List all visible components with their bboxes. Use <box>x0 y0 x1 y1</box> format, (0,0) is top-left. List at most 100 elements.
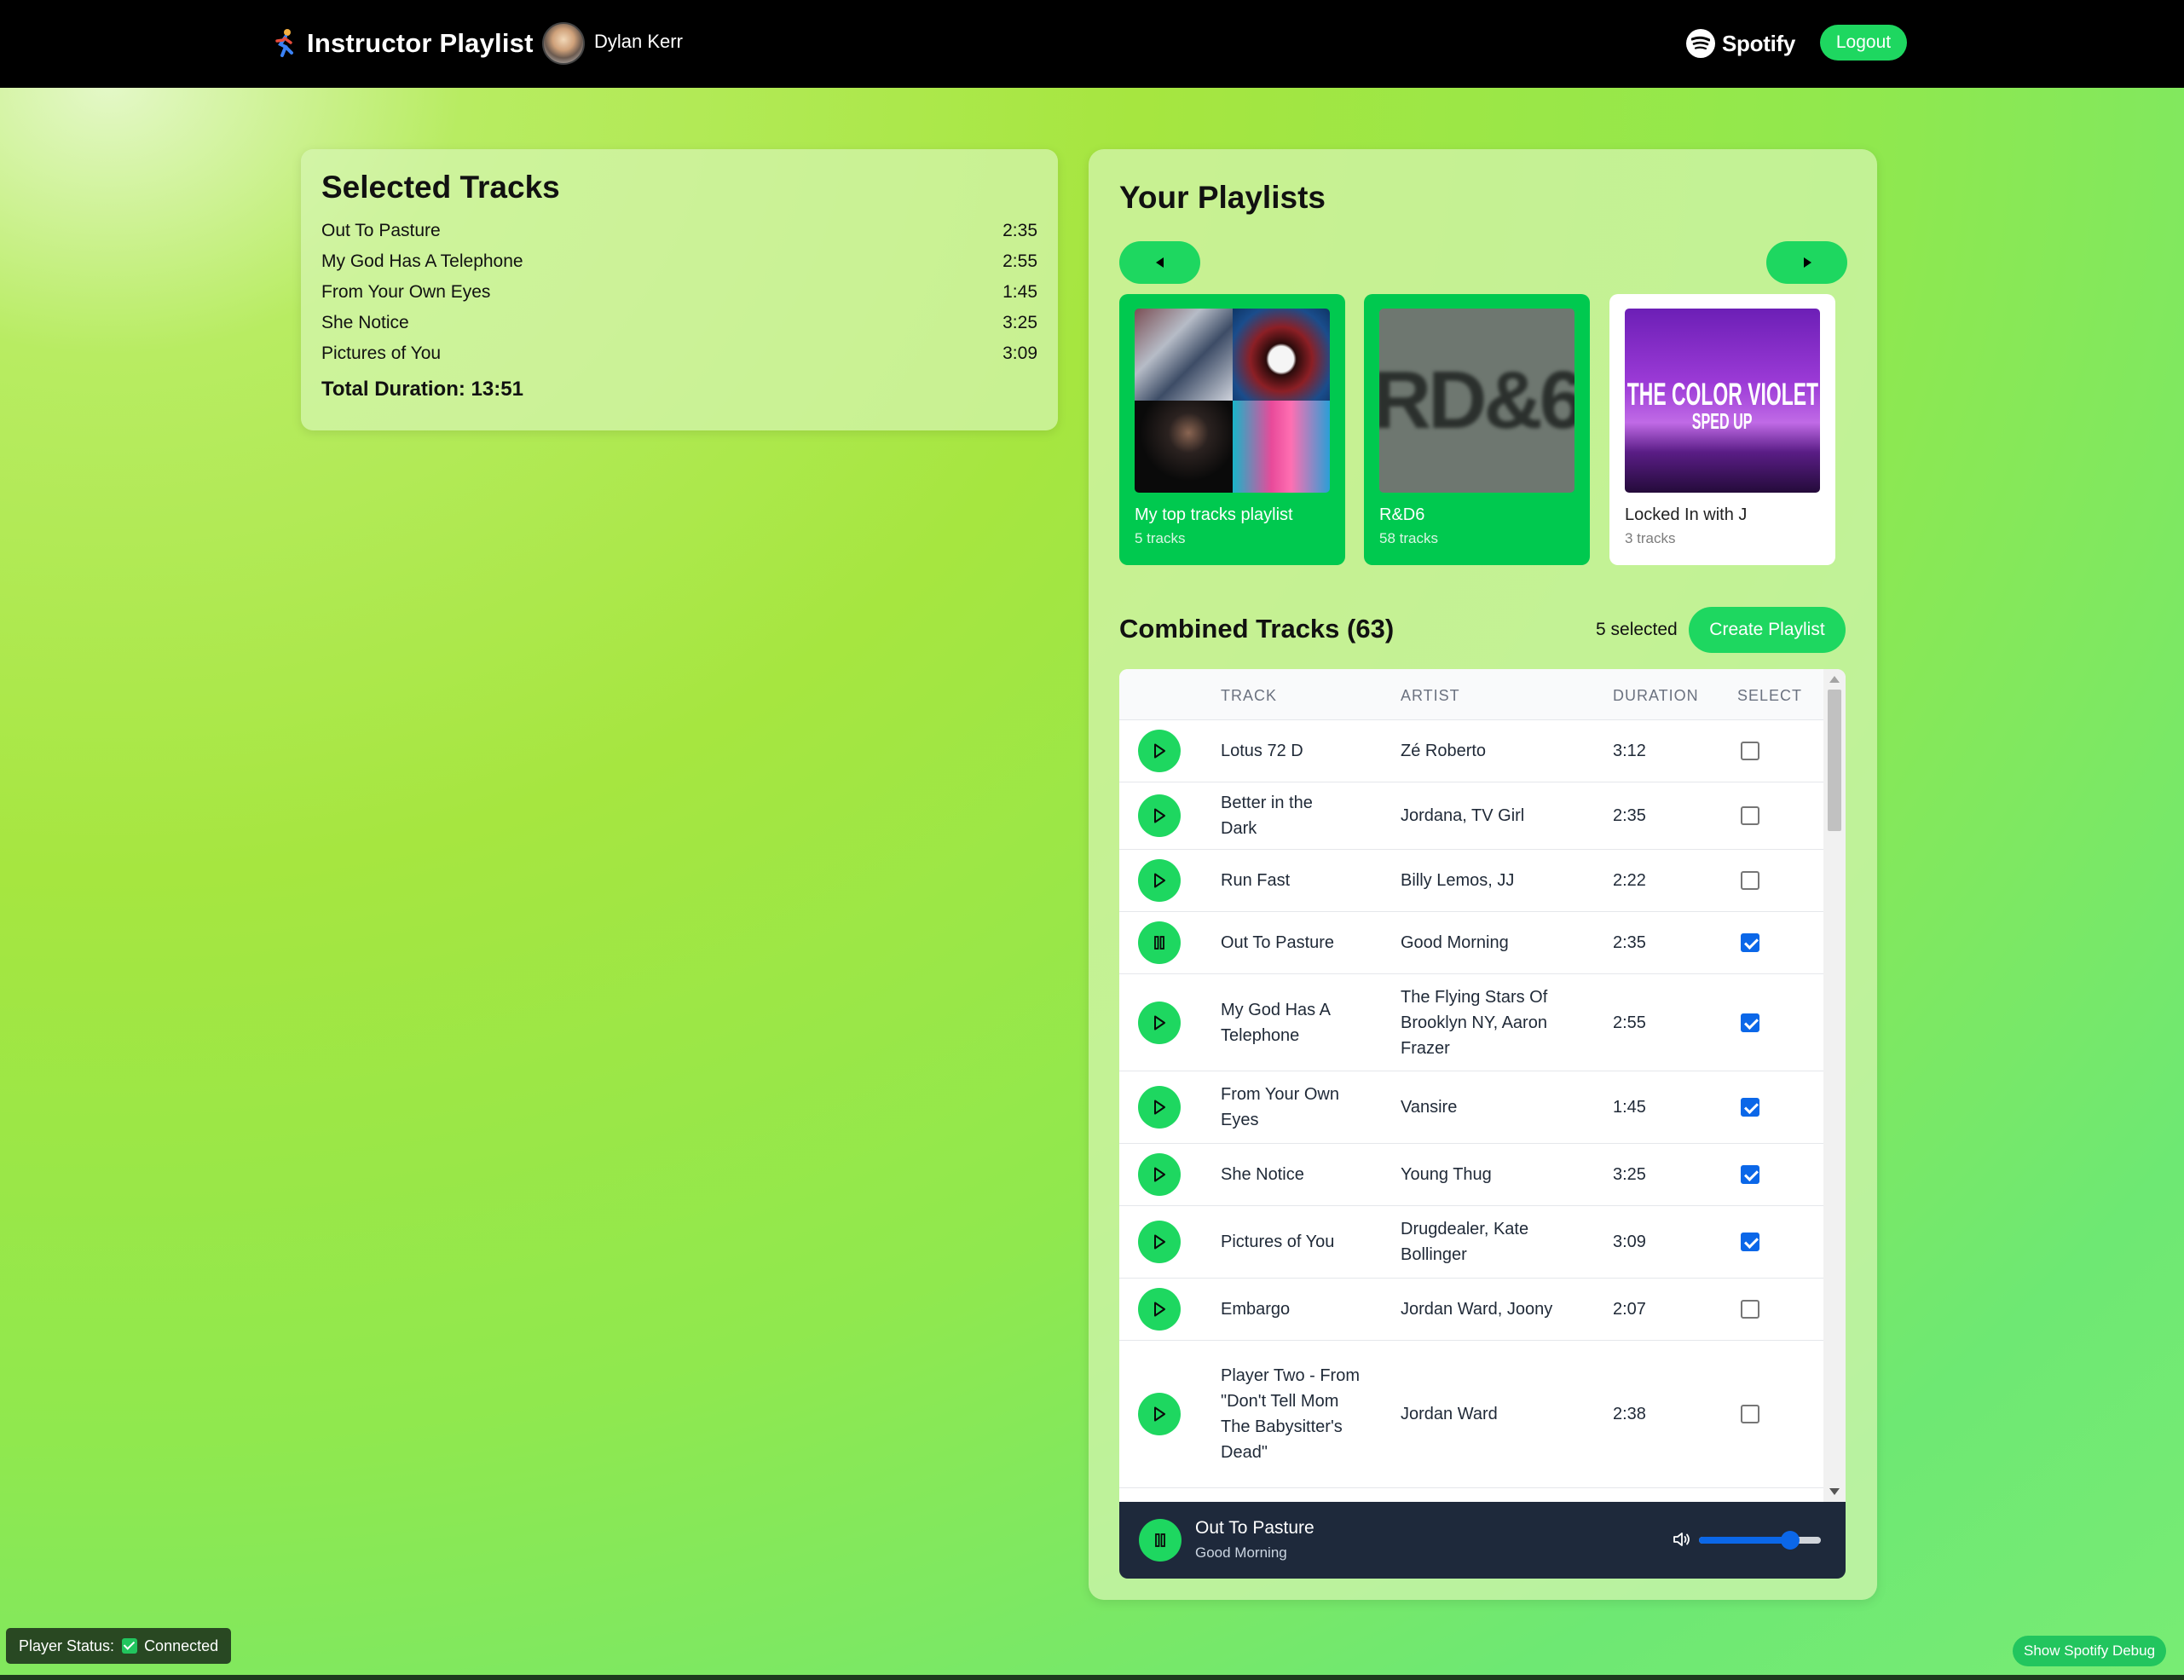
selected-track-row: My God Has A Telephone 2:55 <box>321 246 1037 277</box>
track-duration: 2:35 <box>1613 806 1646 825</box>
carousel-prev-button[interactable] <box>1119 241 1200 284</box>
now-playing-title: Out To Pasture <box>1195 1518 1314 1538</box>
bottom-border <box>0 1675 2184 1680</box>
playlist-card[interactable]: THE COLOR VIOLET SPED UP Locked In with … <box>1609 294 1835 565</box>
scroll-down-arrow-icon[interactable] <box>1829 1488 1840 1495</box>
selected-tracks-panel: Selected Tracks Out To Pasture 2:35 My G… <box>301 149 1058 430</box>
track-name: Run Fast <box>1221 871 1291 890</box>
track-name: Better in the Dark <box>1221 794 1313 838</box>
play-icon <box>1154 1100 1165 1115</box>
selected-track-duration: 2:55 <box>1002 251 1037 271</box>
track-artist: Drugdealer, Kate Bollinger <box>1401 1220 1529 1264</box>
now-playing-bar: Out To Pasture Good Morning <box>1119 1502 1846 1579</box>
track-select-checkbox[interactable] <box>1741 1013 1759 1032</box>
volume-slider[interactable] <box>1699 1531 1821 1550</box>
play-icon <box>1154 743 1165 759</box>
play-button[interactable] <box>1138 730 1181 772</box>
column-header-track: TRACK <box>1221 687 1278 704</box>
player-status-badge: Player Status: Connected <box>6 1628 232 1664</box>
track-duration: 3:25 <box>1613 1165 1646 1184</box>
track-artist: Jordana, TV Girl <box>1401 806 1525 825</box>
volume-slider-thumb[interactable] <box>1781 1531 1800 1550</box>
brand: Instructor Playlist <box>271 24 534 63</box>
selected-track-duration: 3:09 <box>1002 344 1037 363</box>
selected-track-duration: 2:35 <box>1002 221 1037 240</box>
table-row: She Notice Young Thug 3:25 <box>1119 1144 1823 1206</box>
track-name: Lotus 72 D <box>1221 742 1303 760</box>
table-scrollbar[interactable] <box>1823 669 1846 1502</box>
playlist-card[interactable]: RD&6 R&D6 58 tracks <box>1364 294 1590 565</box>
playlist-card[interactable]: My top tracks playlist 5 tracks <box>1119 294 1345 565</box>
play-button[interactable] <box>1138 794 1181 837</box>
carousel-next-button[interactable] <box>1766 241 1847 284</box>
play-icon <box>1154 873 1165 888</box>
track-name: Player Two - From "Don't Tell Mom The Ba… <box>1221 1366 1360 1462</box>
table-row: Run Fast Billy Lemos, JJ 2:22 <box>1119 850 1823 912</box>
table-row: Lotus 72 D Zé Roberto 3:12 <box>1119 720 1823 782</box>
cover-art-text: RD&6 <box>1379 355 1574 447</box>
playlists-title: Your Playlists <box>1119 180 1326 215</box>
table-header: TRACK ARTIST DURATION SELECT <box>1119 669 1823 720</box>
pause-button[interactable] <box>1138 921 1181 964</box>
track-name: From Your Own Eyes <box>1221 1085 1339 1129</box>
play-button[interactable] <box>1138 1288 1181 1331</box>
track-artist: The Flying Stars Of Brooklyn NY, Aaron F… <box>1401 987 1548 1058</box>
spotify-logo: Spotify <box>1686 27 1795 60</box>
avatar <box>542 22 585 65</box>
play-icon <box>1154 1234 1165 1250</box>
play-icon <box>1154 1302 1165 1317</box>
selected-track-name: From Your Own Eyes <box>321 282 491 302</box>
playlist-cover: RD&6 <box>1379 309 1574 493</box>
track-select-checkbox[interactable] <box>1741 1405 1759 1423</box>
volume-icon[interactable] <box>1672 1529 1692 1550</box>
playlist-track-count: 3 tracks <box>1625 530 1676 546</box>
play-button[interactable] <box>1138 1153 1181 1196</box>
show-debug-button[interactable]: Show Spotify Debug <box>2013 1636 2167 1666</box>
playlists-panel: Your Playlists My top tracks playlist 5 … <box>1089 149 1877 1600</box>
logout-button[interactable]: Logout <box>1820 25 1907 61</box>
track-name: Embargo <box>1221 1300 1291 1319</box>
selected-track-name: She Notice <box>321 313 409 332</box>
player-pause-button[interactable] <box>1139 1519 1182 1562</box>
play-icon <box>1154 808 1165 823</box>
scroll-up-arrow-icon[interactable] <box>1829 676 1840 683</box>
play-button[interactable] <box>1138 1086 1181 1129</box>
playlist-track-count: 5 tracks <box>1135 530 1186 546</box>
track-select-checkbox[interactable] <box>1741 871 1759 890</box>
selected-track-row: Out To Pasture 2:35 <box>321 216 1037 246</box>
track-select-checkbox[interactable] <box>1741 1098 1759 1117</box>
spotify-wordmark: Spotify <box>1722 30 1796 56</box>
playlist-track-count: 58 tracks <box>1379 530 1438 546</box>
cover-art-subtext: SPED UP <box>1692 408 1753 434</box>
spotify-icon <box>1686 29 1715 58</box>
track-select-checkbox[interactable] <box>1741 1165 1759 1184</box>
track-select-checkbox[interactable] <box>1741 806 1759 825</box>
tracks-table: TRACK ARTIST DURATION SELECT Lotus 72 D … <box>1119 669 1846 1502</box>
play-button[interactable] <box>1138 859 1181 902</box>
track-select-checkbox[interactable] <box>1741 742 1759 760</box>
create-playlist-button[interactable]: Create Playlist <box>1689 607 1846 653</box>
track-select-checkbox[interactable] <box>1741 933 1759 952</box>
track-select-checkbox[interactable] <box>1741 1300 1759 1319</box>
play-button[interactable] <box>1138 1001 1181 1044</box>
selected-track-duration: 3:25 <box>1002 313 1037 332</box>
track-artist: Jordan Ward, Joony <box>1401 1300 1553 1319</box>
play-button[interactable] <box>1138 1221 1181 1263</box>
pause-icon <box>1154 936 1164 950</box>
play-icon <box>1154 1167 1165 1182</box>
table-row: Embargo Jordan Ward, Joony 2:07 <box>1119 1279 1823 1341</box>
table-row: My God Has A Telephone The Flying Stars … <box>1119 974 1823 1071</box>
table-row: Pictures of You Drugdealer, Kate Bolling… <box>1119 1206 1823 1279</box>
selected-track-row: From Your Own Eyes 1:45 <box>321 277 1037 308</box>
scrollbar-thumb[interactable] <box>1828 690 1841 831</box>
track-artist: Zé Roberto <box>1401 742 1487 760</box>
selected-tracks-list: Out To Pasture 2:35 My God Has A Telepho… <box>321 216 1037 369</box>
play-button[interactable] <box>1138 1393 1181 1435</box>
track-select-checkbox[interactable] <box>1741 1233 1759 1251</box>
track-artist: Jordan Ward <box>1401 1405 1498 1423</box>
track-duration: 2:38 <box>1613 1405 1646 1423</box>
pause-icon <box>1155 1533 1165 1547</box>
track-duration: 2:22 <box>1613 871 1646 890</box>
playlist-cover: THE COLOR VIOLET SPED UP <box>1625 309 1820 493</box>
runner-icon <box>275 29 293 57</box>
